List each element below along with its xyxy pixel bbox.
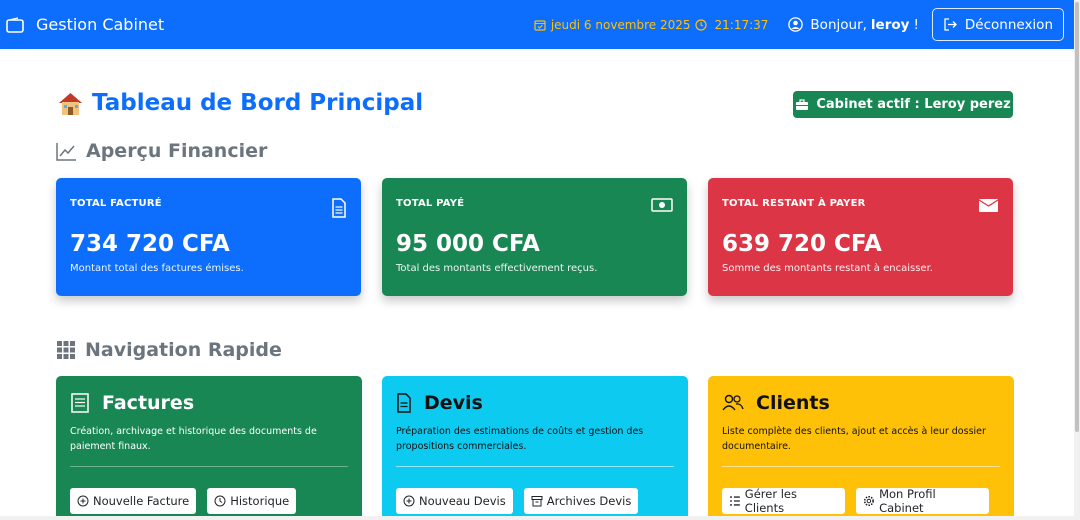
invoice-history-button[interactable]: Historique bbox=[207, 488, 297, 514]
logout-label: Déconnexion bbox=[964, 16, 1053, 33]
stat-value: 639 720 CFA bbox=[722, 231, 882, 257]
nav-card-title: Clients bbox=[756, 392, 830, 414]
grid-icon bbox=[57, 341, 75, 359]
section-title-navigation: Navigation Rapide bbox=[56, 339, 282, 361]
nav-card-title: Factures bbox=[102, 392, 195, 414]
vertical-scrollbar[interactable] bbox=[1074, 0, 1080, 520]
nav-card-desc: Préparation des estimations de coûts et … bbox=[396, 426, 644, 452]
plus-circle-icon bbox=[403, 495, 415, 507]
manage-clients-button[interactable]: Gérer les Clients bbox=[722, 487, 846, 515]
active-cabinet-badge: Cabinet actif : Leroy perez bbox=[793, 91, 1013, 118]
house-icon bbox=[59, 92, 82, 115]
divider bbox=[722, 466, 1000, 467]
stat-desc: Total des montants effectivement reçus. bbox=[396, 263, 598, 274]
archive-icon bbox=[531, 496, 543, 507]
stat-desc: Somme des montants restant à encaisser. bbox=[722, 263, 933, 274]
history-icon bbox=[214, 495, 226, 507]
receipt-icon bbox=[71, 393, 89, 413]
nav-card-quotes: Devis Préparation des estimations de coû… bbox=[382, 376, 688, 520]
brand-label: Gestion Cabinet bbox=[36, 15, 165, 34]
user-icon bbox=[788, 17, 804, 32]
gear-icon bbox=[864, 495, 875, 507]
invoice-icon bbox=[332, 198, 346, 218]
nav-card-title: Devis bbox=[424, 392, 483, 414]
logout-icon bbox=[944, 18, 957, 31]
stat-card-total-paid: TOTAL PAYÉ 95 000 CFA Total des montants… bbox=[382, 178, 687, 296]
line-chart-icon bbox=[56, 142, 76, 161]
stat-value: 734 720 CFA bbox=[70, 231, 230, 257]
stat-label: TOTAL FACTURÉ bbox=[70, 198, 162, 209]
calendar-icon bbox=[534, 19, 546, 31]
horizontal-scrollbar[interactable] bbox=[0, 516, 1080, 520]
greeting-prefix: Bonjour, bbox=[810, 16, 867, 33]
wallet-icon bbox=[6, 16, 24, 33]
new-quote-button[interactable]: Nouveau Devis bbox=[396, 488, 513, 514]
nav-card-invoices: Factures Création, archivage et historiq… bbox=[56, 376, 362, 520]
stat-value: 95 000 CFA bbox=[396, 231, 540, 257]
envelope-icon bbox=[978, 199, 999, 212]
cabinet-profile-button[interactable]: Mon Profil Cabinet bbox=[856, 487, 989, 515]
page-title: Tableau de Bord Principal bbox=[57, 90, 423, 116]
briefcase-icon bbox=[796, 98, 809, 110]
top-navbar: Gestion Cabinet jeudi 6 novembre 2025 21… bbox=[0, 0, 1074, 49]
clock-icon bbox=[694, 18, 707, 31]
stat-desc: Montant total des factures émises. bbox=[70, 263, 244, 274]
nav-card-clients: Clients Liste complète des clients, ajou… bbox=[708, 376, 1014, 520]
list-icon bbox=[729, 496, 740, 506]
brand[interactable]: Gestion Cabinet bbox=[6, 15, 164, 34]
scrollbar-thumb[interactable] bbox=[1075, 2, 1079, 432]
new-invoice-button[interactable]: Nouvelle Facture bbox=[70, 488, 197, 514]
plus-circle-icon bbox=[77, 495, 89, 507]
user-greeting: Bonjour, leroy ! bbox=[788, 16, 919, 33]
stat-card-total-invoiced: TOTAL FACTURÉ 734 720 CFA Montant total … bbox=[56, 178, 361, 296]
stat-card-total-remaining: TOTAL RESTANT À PAYER 639 720 CFA Somme … bbox=[708, 178, 1013, 296]
stat-label: TOTAL PAYÉ bbox=[396, 198, 465, 209]
username: leroy bbox=[870, 16, 910, 33]
divider bbox=[396, 466, 674, 467]
stat-label: TOTAL RESTANT À PAYER bbox=[722, 198, 866, 209]
cabinet-badge-label: Cabinet actif : Leroy perez bbox=[816, 97, 1011, 112]
divider bbox=[70, 466, 348, 467]
quote-archives-button[interactable]: Archives Devis bbox=[523, 488, 639, 514]
document-icon bbox=[397, 393, 411, 413]
current-time: 21:17:37 bbox=[714, 17, 769, 32]
page-title-label: Tableau de Bord Principal bbox=[92, 90, 424, 116]
cash-icon bbox=[651, 198, 673, 212]
current-date: jeudi 6 novembre 2025 bbox=[550, 17, 691, 32]
people-icon bbox=[722, 394, 744, 411]
logout-button[interactable]: Déconnexion bbox=[931, 8, 1064, 41]
greeting-suffix: ! bbox=[913, 16, 919, 33]
datetime: jeudi 6 novembre 2025 21:17:37 bbox=[534, 17, 769, 32]
section-title-financial: Aperçu Financier bbox=[56, 140, 267, 162]
nav-card-desc: Liste complète des clients, ajout et acc… bbox=[722, 426, 986, 452]
nav-card-desc: Création, archivage et historique des do… bbox=[70, 426, 317, 452]
